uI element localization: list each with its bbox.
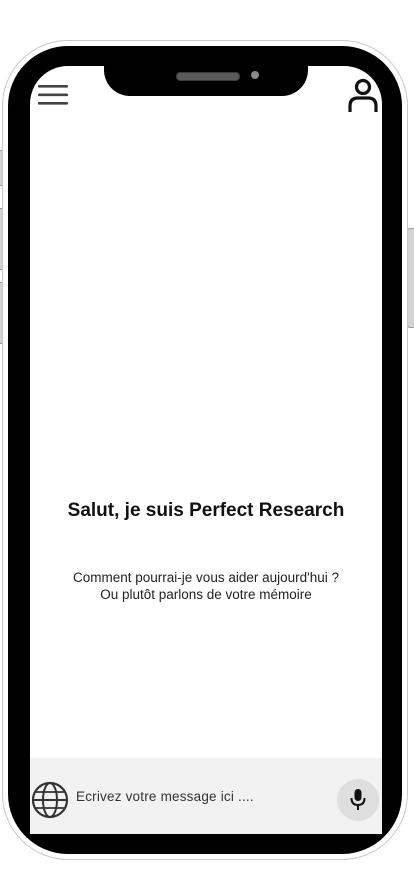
subtitle-line-2: Ou plutôt parlons de votre mémoire: [100, 587, 312, 602]
user-icon[interactable]: [345, 78, 381, 114]
microphone-icon[interactable]: [349, 788, 367, 812]
welcome-title: Salut, je suis Perfect Research: [67, 500, 345, 521]
screen: [30, 66, 382, 834]
subtitle-line-1: Comment pourrai-je vous aider aujourd'hu…: [73, 570, 339, 585]
message-input[interactable]: Ecrivez votre message ici ....: [76, 789, 254, 804]
globe-icon[interactable]: [31, 781, 69, 819]
speaker-grille: [176, 72, 240, 81]
power-button: [407, 228, 414, 328]
hamburger-menu-icon[interactable]: [38, 84, 68, 106]
welcome-subtitle: Comment pourrai-je vous aider aujourd'hu…: [30, 569, 382, 603]
front-camera: [251, 71, 259, 79]
